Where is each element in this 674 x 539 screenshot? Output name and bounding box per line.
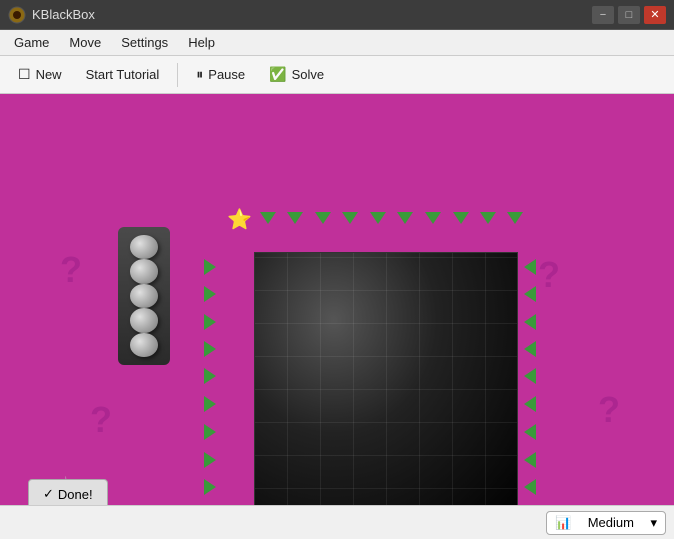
top-arrow-6[interactable]: [425, 212, 441, 224]
left-arrow-0[interactable]: [204, 259, 216, 275]
dropdown-arrow-icon: ▾: [650, 515, 657, 531]
toolbar-separator: [177, 63, 178, 87]
right-arrow-6[interactable]: [524, 424, 536, 440]
chart-icon: 📊: [555, 515, 571, 531]
ball-panel: [118, 227, 170, 365]
right-arrow-0[interactable]: [524, 259, 536, 275]
top-arrow-9[interactable]: [507, 212, 523, 224]
left-arrow-4[interactable]: [204, 368, 216, 384]
new-icon: ☐: [18, 66, 31, 83]
right-arrow-2[interactable]: [524, 314, 536, 330]
ball-3: [130, 284, 158, 308]
difficulty-bar: 📊 Medium ▾: [0, 505, 674, 539]
right-arrow-8[interactable]: [524, 479, 536, 495]
top-arrow-7[interactable]: [453, 212, 469, 224]
top-arrow-8[interactable]: [480, 212, 496, 224]
top-arrow-0[interactable]: [260, 212, 276, 224]
done-label: Done!: [58, 487, 93, 502]
menu-game[interactable]: Game: [4, 32, 59, 53]
pause-icon: ⏸: [196, 66, 203, 83]
star-icon: ⭐: [227, 207, 252, 232]
question-mark: ?: [538, 254, 560, 296]
difficulty-label: Medium: [588, 515, 634, 530]
menu-help[interactable]: Help: [178, 32, 225, 53]
app-icon: [8, 6, 26, 24]
start-tutorial-button[interactable]: Start Tutorial: [76, 63, 170, 86]
close-button[interactable]: ✕: [644, 6, 666, 24]
game-grid[interactable]: [254, 252, 518, 522]
left-arrow-5[interactable]: [204, 396, 216, 412]
game-area: ? ? ? ? ? ? ⭐ 🖱 ✓ Done! 📊 Medium ▾: [0, 94, 674, 539]
top-arrow-1[interactable]: [287, 212, 303, 224]
ball-2: [130, 259, 158, 283]
pause-button[interactable]: ⏸ Pause: [186, 62, 255, 87]
left-arrow-3[interactable]: [204, 341, 216, 357]
window-controls: − □ ✕: [592, 6, 666, 24]
ball-1: [130, 235, 158, 259]
question-mark: ?: [60, 249, 82, 291]
ball-5: [130, 333, 158, 357]
solve-button[interactable]: ✅ Solve: [259, 62, 334, 87]
new-button[interactable]: ☐ New: [8, 62, 72, 87]
left-arrow-8[interactable]: [204, 479, 216, 495]
left-arrow-1[interactable]: [204, 286, 216, 302]
title-bar: KBlackBox − □ ✕: [0, 0, 674, 30]
right-arrow-5[interactable]: [524, 396, 536, 412]
top-arrow-2[interactable]: [315, 212, 331, 224]
right-arrow-7[interactable]: [524, 452, 536, 468]
left-arrow-6[interactable]: [204, 424, 216, 440]
menu-settings[interactable]: Settings: [111, 32, 178, 53]
question-mark: ?: [90, 399, 112, 441]
minimize-button[interactable]: −: [592, 6, 614, 24]
ball-4: [130, 308, 158, 332]
right-arrow-4[interactable]: [524, 368, 536, 384]
window-title: KBlackBox: [32, 7, 95, 22]
solve-label: Solve: [292, 67, 325, 82]
right-arrow-3[interactable]: [524, 341, 536, 357]
tutorial-label: Start Tutorial: [86, 67, 160, 82]
left-arrow-7[interactable]: [204, 452, 216, 468]
top-arrow-3[interactable]: [342, 212, 358, 224]
top-arrow-5[interactable]: [397, 212, 413, 224]
difficulty-dropdown[interactable]: 📊 Medium ▾: [546, 511, 666, 535]
menu-bar: Game Move Settings Help: [0, 30, 674, 56]
menu-move[interactable]: Move: [59, 32, 111, 53]
maximize-button[interactable]: □: [618, 6, 640, 24]
done-checkmark: ✓: [43, 486, 54, 502]
top-arrow-4[interactable]: [370, 212, 386, 224]
solve-icon: ✅: [269, 66, 286, 83]
pause-label: Pause: [208, 67, 245, 82]
right-arrow-1[interactable]: [524, 286, 536, 302]
left-arrow-2[interactable]: [204, 314, 216, 330]
toolbar: ☐ New Start Tutorial ⏸ Pause ✅ Solve: [0, 56, 674, 94]
new-label: New: [36, 67, 62, 82]
question-mark: ?: [598, 389, 620, 431]
